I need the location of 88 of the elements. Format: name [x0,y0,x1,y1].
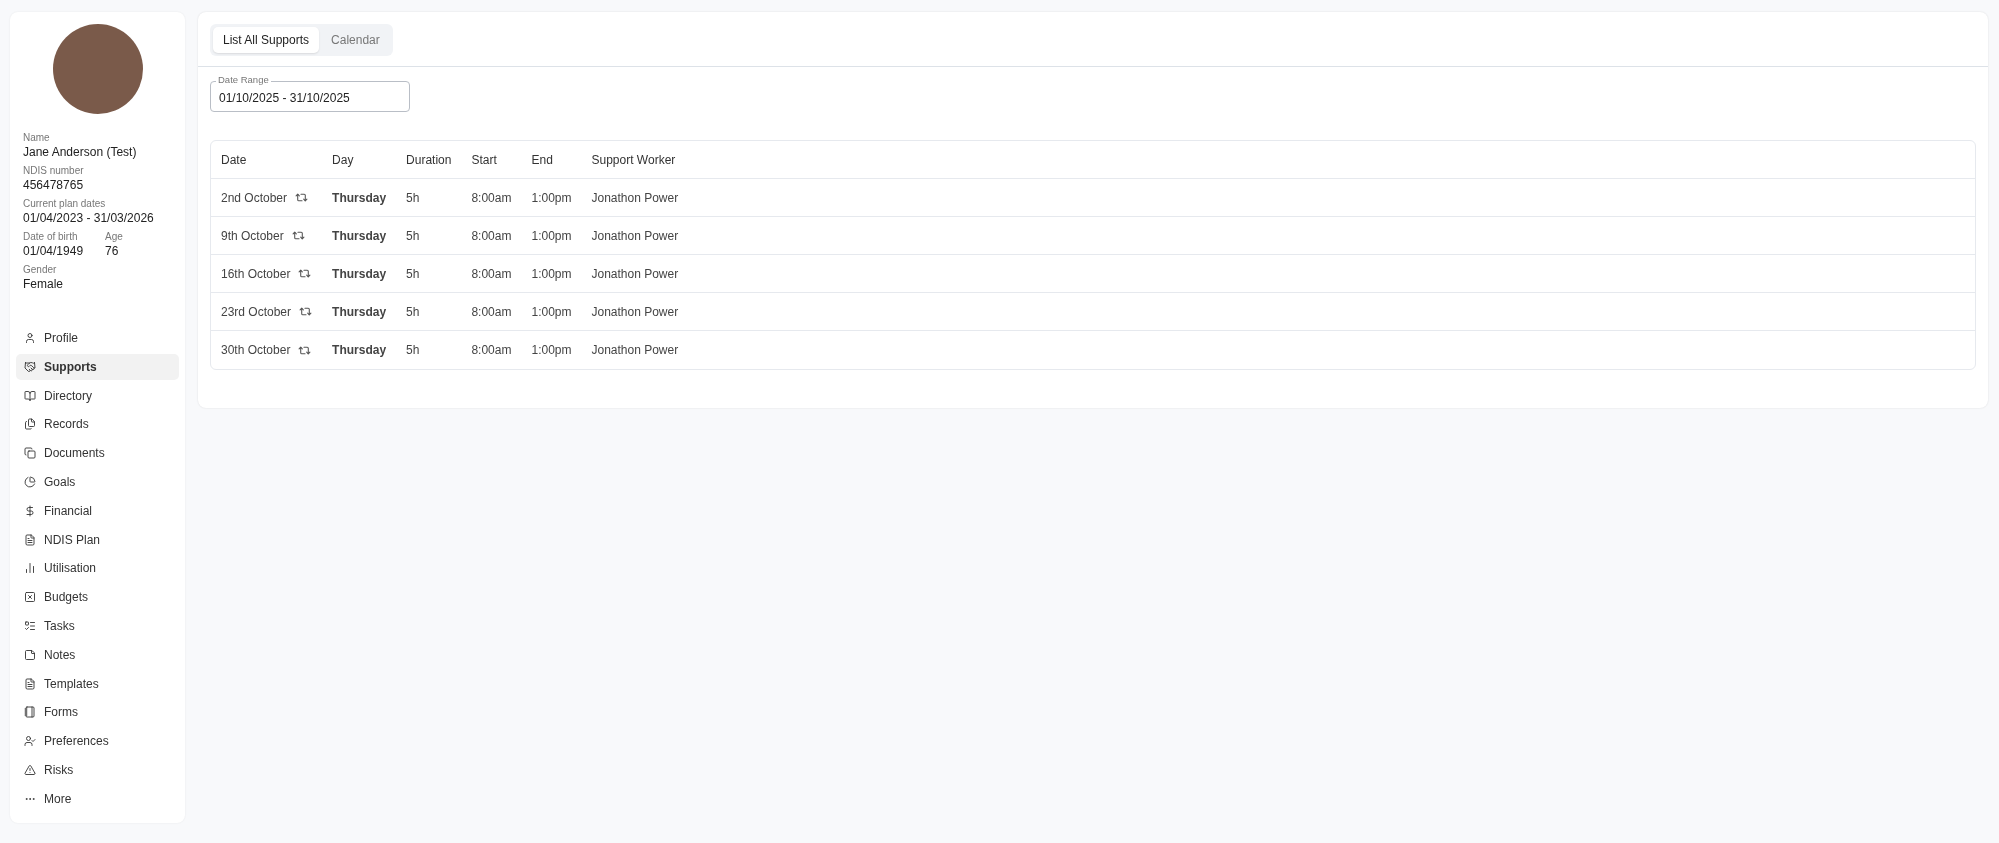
sidebar-item[interactable]: NDIS Plan [16,526,179,553]
field-label: Gender [23,264,58,275]
field-value: Female [23,277,64,291]
sidebar-item[interactable]: Notes [16,641,179,668]
handshake-icon [24,360,36,373]
sidebar-item[interactable]: Risks [16,756,179,783]
field-value: 01/04/2023 - 31/03/2026 [23,211,155,225]
sidebar-item[interactable]: Utilisation [16,555,179,582]
table-cell: 8:00am [461,179,522,217]
table-cell: 8:00am [461,217,522,255]
note-icon [24,648,36,661]
field-label: Current plan dates [23,198,107,209]
table-cell: Jonathon Power [581,255,1975,293]
table-cell: 8:00am [461,255,522,293]
repeat-icon [291,229,305,242]
sidebar-item[interactable]: Profile [16,325,179,351]
field-label: Age [105,231,123,242]
tab[interactable]: List All Supports [213,27,320,53]
table-cell-text: 8:00am [470,342,513,359]
tab[interactable]: Calendar [321,27,390,53]
table-cell: 5h [396,179,462,217]
field-value: 76 [105,244,120,258]
square-icon [24,591,36,604]
sidebar-item[interactable]: More [16,785,179,812]
date-text: 9th October [221,228,284,243]
repeat-icon [295,191,309,204]
sidebar-item[interactable]: Preferences [16,728,179,755]
repeat-icon [299,305,313,318]
table-cell-text: Thursday [331,342,388,359]
table-cell: Thursday [322,293,397,331]
table-cell: 1:00pm [521,255,582,293]
table-cell: Thursday [322,179,397,217]
table-cell: 1:00pm [521,179,582,217]
field-label: Name [23,132,51,143]
sidebar-item[interactable]: Financial [16,497,179,524]
warning-icon [24,763,36,776]
table-cell: 1:00pm [521,217,582,255]
document-icon [24,533,36,546]
date-text: 30th October [221,343,291,357]
sidebar-item[interactable]: Documents [16,440,179,467]
field-label: Date Range [216,74,271,85]
document-icon [24,677,36,690]
table-cell: 5h [396,293,462,331]
sidebar-item[interactable]: Supports [16,353,179,380]
field-label: Date of birth [23,231,79,242]
field-value: 01/04/1949 [23,244,84,258]
pie-chart-icon [24,476,36,488]
sidebar-item[interactable]: Budgets [16,584,179,611]
column-header: Start [461,141,522,179]
dollar-icon [24,504,36,517]
date-text: 23rd October [221,304,292,319]
sidebar-item[interactable]: Templates [16,670,179,697]
repeat-icon [298,267,312,280]
table-cell: 1:00pm [521,293,582,331]
table-cell: Thursday [322,217,397,255]
copy-icon [24,447,36,460]
column-header: Support Worker [581,141,1975,179]
sidebar-item[interactable]: Records [16,411,179,438]
field-value: 456478765 [23,178,85,192]
table-cell: Jonathon Power [581,217,1975,255]
column-header: Duration [396,141,462,179]
notebook-icon [24,706,36,719]
checklist-icon [24,619,36,632]
table-cell-text: 5h [405,342,421,359]
column-header: Date [211,141,323,179]
table-cell: Thursday [322,255,397,293]
column-header: Day [322,141,397,179]
sidebar-item[interactable]: Tasks [16,612,179,639]
bar-chart-icon [24,562,36,575]
user-icon [24,332,36,344]
table-cell-text: 1:00pm [530,342,573,359]
table-cell: Jonathon Power [581,179,1975,217]
table-cell: 5h [396,255,462,293]
table-cell: 5h [396,217,462,255]
column-header: End [521,141,582,179]
book-icon [24,389,36,402]
user-check-icon [24,735,36,748]
sidebar-item[interactable]: Goals [16,469,179,495]
sidebar-item[interactable]: Forms [16,699,179,726]
table-cell: 8:00am [461,293,522,331]
date-text: 2nd October [221,190,288,205]
table-cell-text: Jonathon Power [590,342,680,359]
sidebar-item[interactable]: Directory [16,382,179,409]
table-cell: Jonathon Power [581,293,1975,331]
files-icon [24,418,36,431]
field-value: Jane Anderson (Test) [23,145,138,159]
date-text: 16th October [221,266,291,281]
field-label: NDIS number [23,165,85,176]
